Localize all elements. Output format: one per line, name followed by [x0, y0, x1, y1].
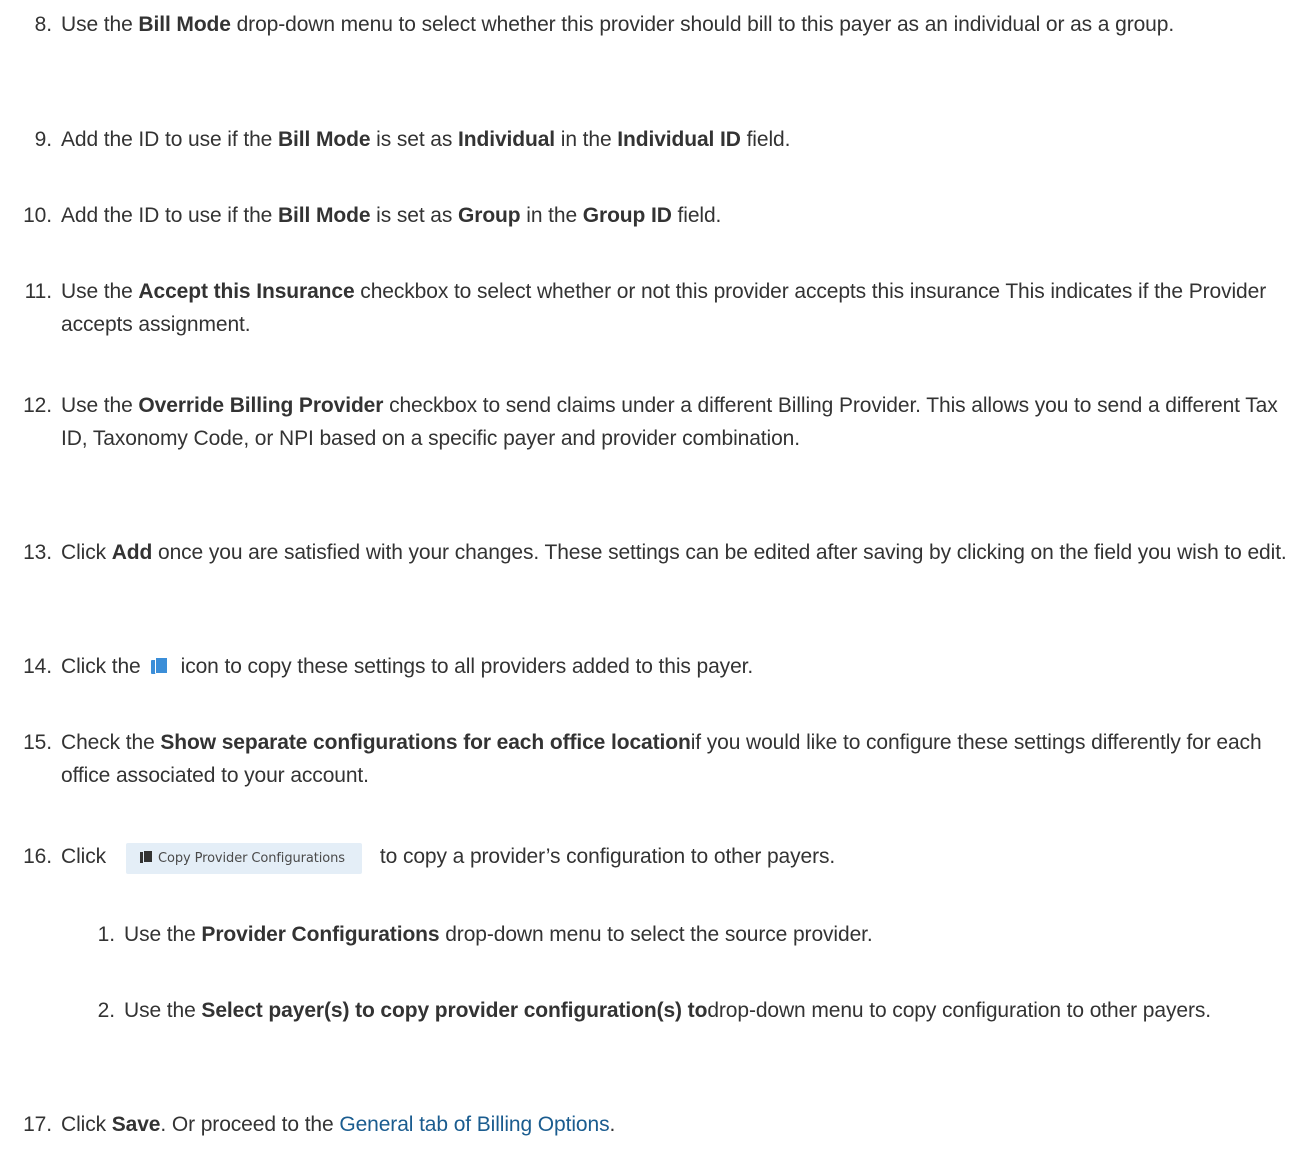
step-number: 13.: [23, 541, 52, 564]
step-text: Click the icon to copy these settings to …: [61, 655, 754, 678]
step-number: 14.: [23, 655, 52, 678]
general-tab-billing-options-link[interactable]: General tab of Billing Options: [339, 1113, 609, 1136]
step-number: 12.: [23, 394, 52, 417]
bold-term: Group: [458, 204, 521, 227]
copy-provider-configurations-button[interactable]: Copy Provider Configurations: [126, 843, 362, 874]
step-text: Use the Override Billing Provider checkb…: [61, 394, 1278, 450]
step-text: Click Save. Or proceed to the General ta…: [61, 1113, 616, 1136]
bold-term: Add: [111, 541, 153, 564]
step-text: Use the Bill Mode drop-down menu to sele…: [61, 13, 1175, 36]
step-number: 17.: [23, 1113, 52, 1136]
step-number: 1.: [97, 923, 115, 946]
bold-term: Group ID: [582, 204, 672, 227]
step-number: 10.: [23, 204, 52, 227]
bold-term: Individual ID: [617, 128, 741, 151]
bold-term: Provider Configurations: [201, 923, 440, 946]
step-text: Click Add once you are satisfied with yo…: [61, 541, 1287, 564]
bold-term: Accept this Insurance: [138, 280, 355, 303]
bold-term: Individual: [458, 128, 556, 151]
bold-term: Override Billing Provider: [138, 394, 384, 417]
step-number: 2.: [97, 999, 115, 1022]
bold-term: Bill Mode: [277, 204, 371, 227]
step-text: Add the ID to use if the Bill Mode is se…: [61, 128, 791, 151]
copy-documents-icon: [140, 850, 153, 864]
step-number: 11.: [24, 280, 52, 303]
step-number: 9.: [34, 128, 52, 151]
bold-term: Show separate configurations for each of…: [160, 731, 691, 754]
step-text: Use the Accept this Insurance checkbox t…: [61, 280, 1267, 336]
copy-documents-icon[interactable]: [150, 657, 168, 675]
button-label: Copy Provider Configurations: [158, 851, 345, 866]
step-text: Use the Select payer(s) to copy provider…: [124, 999, 1211, 1022]
step-number: 16.: [23, 845, 52, 868]
step-text: Click Copy Provider Configurations to copy…: [61, 840, 1297, 874]
step-text: Add the ID to use if the Bill Mode is se…: [61, 204, 722, 227]
step-text: Use the Provider Configurations drop-dow…: [124, 923, 873, 946]
bold-term: Bill Mode: [277, 128, 371, 151]
bold-term: Select payer(s) to copy provider configu…: [201, 999, 708, 1022]
step-text: Check the Show separate configurations f…: [61, 731, 1262, 787]
step-number: 8.: [34, 13, 52, 36]
instruction-list: 8. Use the Bill Mode drop-down menu to s…: [0, 0, 1303, 1157]
bold-term: Bill Mode: [138, 13, 231, 36]
bold-term: Save: [111, 1113, 161, 1136]
step-number: 15.: [23, 731, 52, 754]
